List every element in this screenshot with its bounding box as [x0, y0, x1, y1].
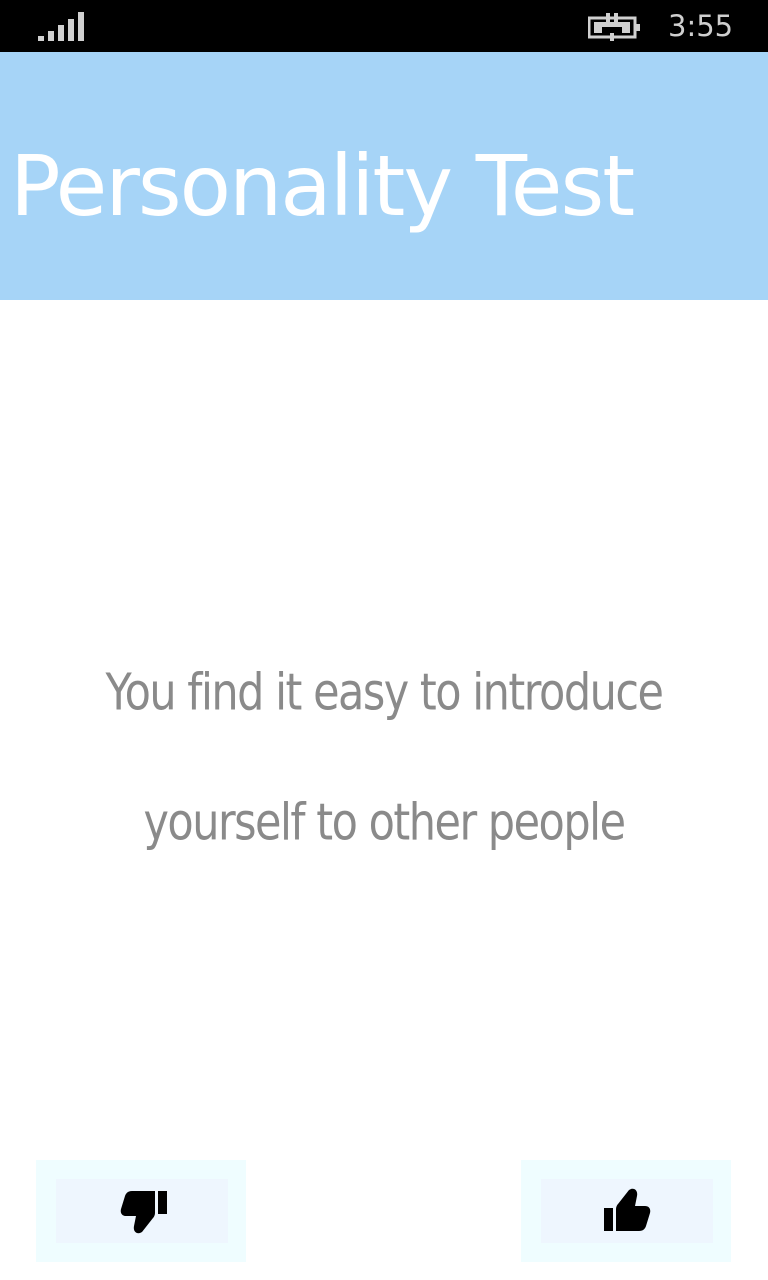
disagree-button-face[interactable]: [56, 1179, 228, 1243]
thumbs-up-icon: [604, 1188, 651, 1231]
agree-button[interactable]: [521, 1160, 731, 1262]
page-title: Personality Test: [10, 137, 635, 235]
disagree-button[interactable]: [36, 1160, 246, 1262]
thumbs-down-icon: [120, 1191, 167, 1234]
app-header: Personality Test: [0, 52, 768, 300]
question-text: You find it easy to introduce yourself t…: [105, 663, 664, 853]
signal-bars-icon: [38, 12, 84, 41]
battery-charging-icon: [588, 13, 640, 41]
app-screen: 3:55 Personality Test You find it easy t…: [0, 0, 768, 1280]
agree-button-face[interactable]: [541, 1179, 713, 1243]
status-bar: 3:55: [0, 0, 768, 52]
status-time: 3:55: [668, 9, 734, 43]
